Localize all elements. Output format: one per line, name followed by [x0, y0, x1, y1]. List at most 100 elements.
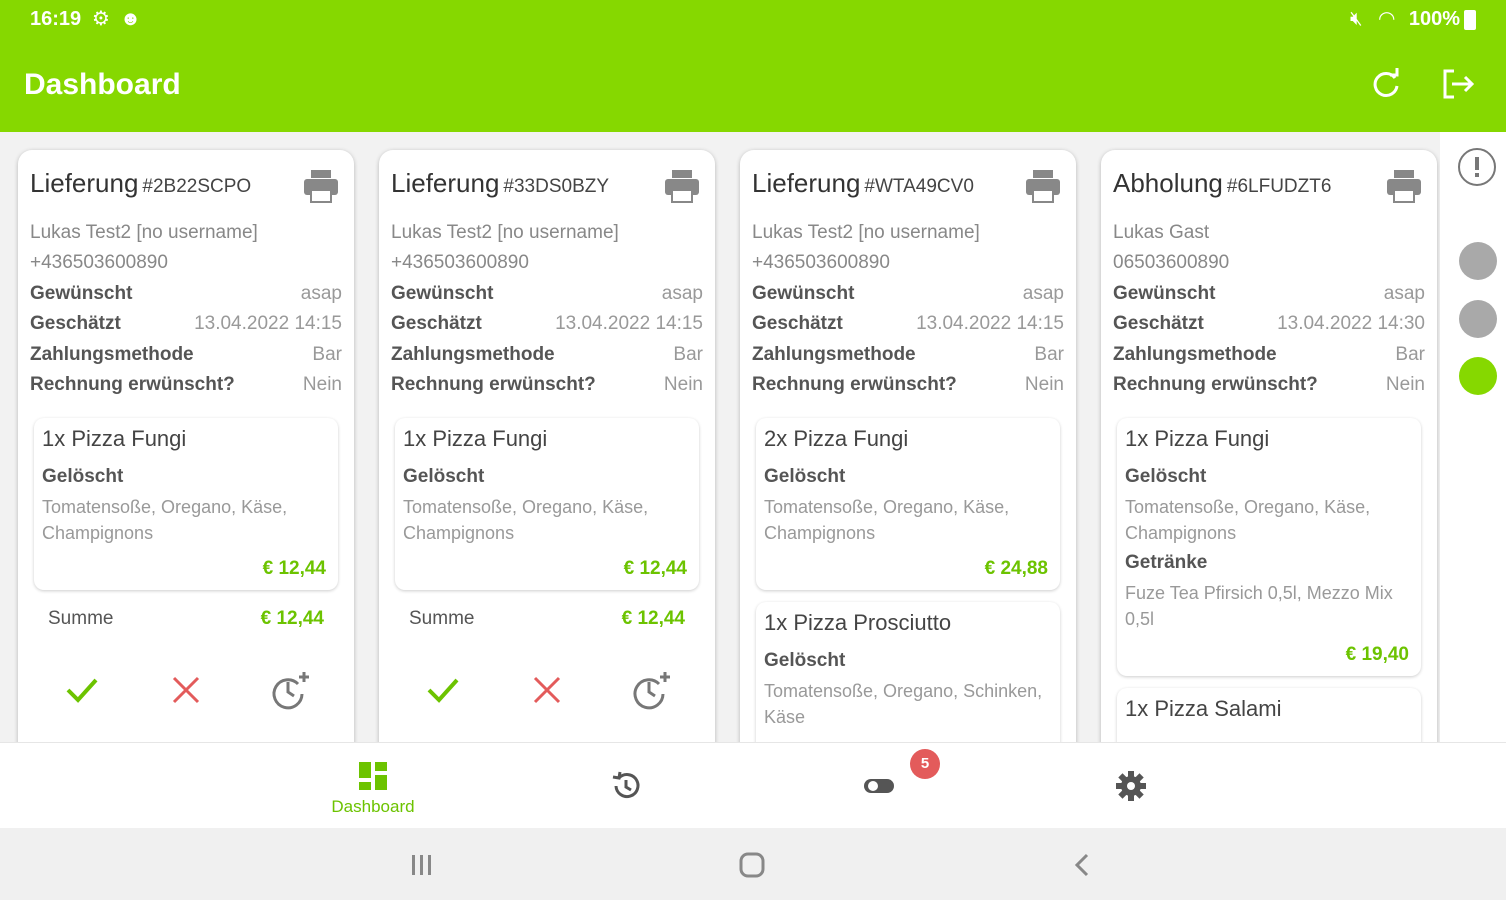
history-icon: [612, 771, 640, 799]
row-payment: Zahlungsmethode Bar: [1113, 344, 1425, 365]
page-title: Dashboard: [24, 68, 181, 101]
order-header: Lieferung #33DS0BZY: [391, 168, 609, 199]
item-category: Gelöscht: [1125, 466, 1207, 487]
back-icon[interactable]: [1068, 850, 1098, 880]
battery-icon: [1464, 10, 1476, 30]
order-code: #6LFUDZT6: [1226, 176, 1332, 197]
recent-apps-icon[interactable]: [407, 850, 437, 880]
status-rail: [1440, 132, 1506, 742]
row-estimated: Geschätzt 13.04.2022 14:15: [30, 313, 342, 334]
print-icon[interactable]: [1024, 168, 1062, 204]
item-description: Tomatensoße, Oregano, Käse, Champignons: [764, 497, 1010, 543]
refresh-icon[interactable]: [1366, 64, 1406, 104]
order-item: 1x Pizza Fungi Gelöscht Tomatensoße, Ore…: [1117, 418, 1421, 676]
nav-settings[interactable]: [1072, 757, 1192, 817]
customer-name: Lukas Gast: [1113, 222, 1210, 243]
order-code: #33DS0BZY: [503, 176, 610, 197]
item-category: Gelöscht: [42, 466, 124, 487]
accept-icon[interactable]: [60, 668, 104, 712]
item-description: Tomatensoße, Oregano, Käse, Champignons: [1125, 497, 1371, 543]
app-bar: Dashboard: [0, 40, 1506, 132]
item-price: € 24,88: [984, 558, 1048, 579]
orders-board: Lieferung #2B22SCPO Lukas Test2 [no usern…: [0, 132, 1506, 742]
bottom-navigation: Dashboard 5: [0, 742, 1506, 828]
print-icon[interactable]: [1385, 168, 1423, 204]
customer-phone: +436503600890: [30, 252, 168, 273]
print-icon[interactable]: [663, 168, 701, 204]
customer-phone: +436503600890: [752, 252, 890, 273]
add-time-icon[interactable]: [268, 668, 312, 712]
order-code: #WTA49CV0: [864, 176, 974, 197]
print-icon[interactable]: [302, 168, 340, 204]
status-dot-green[interactable]: [1459, 357, 1497, 395]
item-price: € 12,44: [623, 558, 687, 579]
nav-dashboard[interactable]: Dashboard: [313, 757, 433, 817]
row-invoice: Rechnung erwünscht? Nein: [752, 374, 1064, 395]
item-category: Gelöscht: [764, 466, 846, 487]
item-name: 1x Pizza Fungi: [42, 426, 187, 451]
home-icon[interactable]: [737, 850, 767, 880]
status-dot-gray[interactable]: [1459, 300, 1497, 338]
order-type: Lieferung: [752, 168, 861, 198]
row-estimated: Geschätzt 13.04.2022 14:15: [391, 313, 703, 334]
row-invoice: Rechnung erwünscht? Nein: [30, 374, 342, 395]
item-price: € 12,44: [262, 558, 326, 579]
item-name: 1x Pizza Fungi: [1125, 426, 1270, 451]
nav-history[interactable]: [567, 757, 687, 817]
order-item: 1x Pizza Fungi Gelöscht Tomatensoße, Ore…: [395, 418, 699, 590]
order-actions: [18, 668, 354, 718]
item-name: 1x Pizza Salami: [1125, 696, 1282, 721]
row-wished: Gewünscht asap: [752, 283, 1064, 304]
order-type: Abholung: [1113, 168, 1223, 198]
row-estimated: Geschätzt 13.04.2022 14:15: [752, 313, 1064, 334]
item-category: Gelöscht: [764, 650, 846, 671]
item-category: Gelöscht: [403, 466, 485, 487]
mute-icon: 🔇︎: [1350, 8, 1363, 30]
item-price: € 19,40: [1345, 644, 1409, 665]
settings-notification-icon: ⚙: [92, 8, 110, 30]
order-card: Lieferung #33DS0BZY Lukas Test2 [no usern…: [379, 150, 715, 742]
status-time: 16:19: [30, 8, 82, 30]
row-payment: Zahlungsmethode Bar: [30, 344, 342, 365]
row-wished: Gewünscht asap: [30, 283, 342, 304]
customer-phone: +436503600890: [391, 252, 529, 273]
order-header: Abholung #6LFUDZT6: [1113, 168, 1331, 199]
accept-icon[interactable]: [421, 668, 465, 712]
order-type: Lieferung: [30, 168, 139, 198]
row-invoice: Rechnung erwünscht? Nein: [391, 374, 703, 395]
customer-name: Lukas Test2 [no username]: [391, 222, 619, 243]
order-item: 2x Pizza Fungi Gelöscht Tomatensoße, Ore…: [756, 418, 1060, 590]
reject-icon[interactable]: [525, 668, 569, 712]
customer-name: Lukas Test2 [no username]: [752, 222, 980, 243]
order-card: Lieferung #WTA49CV0 Lukas Test2 [no usern…: [740, 150, 1076, 742]
item-name: 2x Pizza Fungi: [764, 426, 909, 451]
customer-name: Lukas Test2 [no username]: [30, 222, 258, 243]
logout-icon[interactable]: [1438, 64, 1478, 104]
status-dot-gray[interactable]: [1459, 242, 1497, 280]
order-item: 1x Pizza Prosciutto Gelöscht Tomatensoße…: [756, 602, 1060, 742]
settings-icon: [1116, 771, 1146, 801]
item-name: 1x Pizza Fungi: [403, 426, 548, 451]
nav-dashboard-label: Dashboard: [331, 797, 415, 816]
order-card: Abholung #6LFUDZT6 Lukas Gast 06503600890…: [1101, 150, 1437, 742]
order-item: 1x Pizza Fungi Gelöscht Tomatensoße, Ore…: [34, 418, 338, 590]
item-description: Tomatensoße, Oregano, Käse, Champignons: [42, 497, 288, 543]
add-time-icon[interactable]: [629, 668, 673, 712]
item-description: Tomatensoße, Oregano, Käse, Champignons: [403, 497, 649, 543]
item-description: Tomatensoße, Oregano, Schinken, Käse: [764, 681, 1043, 727]
order-code: #2B22SCPO: [142, 176, 252, 197]
row-payment: Zahlungsmethode Bar: [391, 344, 703, 365]
order-header: Lieferung #2B22SCPO: [30, 168, 251, 199]
order-card: Lieferung #2B22SCPO Lukas Test2 [no usern…: [18, 150, 354, 742]
row-wished: Gewünscht asap: [391, 283, 703, 304]
item-name: 1x Pizza Prosciutto: [764, 610, 952, 635]
app-notification-icon: ☻: [120, 8, 142, 30]
order-sum: Summe € 12,44: [409, 608, 685, 629]
order-sum: Summe € 12,44: [48, 608, 324, 629]
customer-phone: 06503600890: [1113, 252, 1230, 273]
system-navigation: [0, 828, 1506, 900]
reject-icon[interactable]: [164, 668, 208, 712]
info-icon[interactable]: [1458, 148, 1496, 186]
battery-percent: 100%: [1408, 8, 1460, 30]
order-item: 1x Pizza Salami: [1117, 688, 1421, 742]
